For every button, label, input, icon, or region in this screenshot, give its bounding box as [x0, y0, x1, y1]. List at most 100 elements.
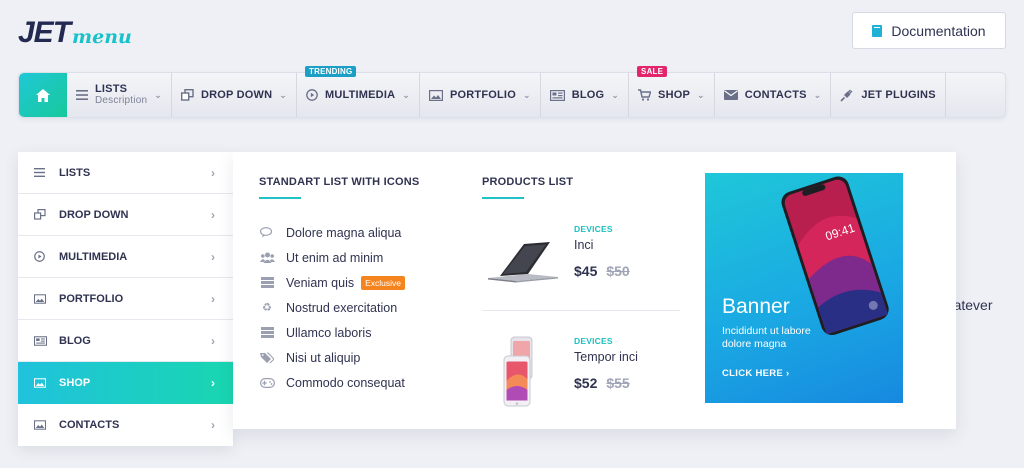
list-item-label: Commodo consequat: [286, 375, 405, 390]
side-item-blog[interactable]: BLOG ›: [18, 320, 233, 362]
side-item-portfolio[interactable]: PORTFOLIO ›: [18, 278, 233, 320]
list-item[interactable]: Dolore magna aliqua: [259, 220, 405, 245]
tags-icon: [259, 352, 275, 364]
chevron-right-icon: ›: [211, 207, 215, 222]
banner-cta-label: CLICK HERE: [722, 368, 784, 379]
nav-item-jet-plugins[interactable]: JET PLUGINS: [831, 73, 946, 117]
list-item-label: Nostrud exercitation: [286, 300, 398, 315]
chevron-right-icon: ›: [786, 368, 790, 379]
side-item-multimedia[interactable]: MULTIMEDIA ›: [18, 236, 233, 278]
list-icon: [34, 168, 48, 177]
nav-item-lists[interactable]: LISTS Description ⌄: [67, 73, 172, 117]
documentation-button[interactable]: Documentation: [852, 12, 1006, 49]
product-name[interactable]: Inci: [574, 238, 593, 252]
list-item[interactable]: Ullamco laboris: [259, 320, 405, 345]
side-item-lists-label: LISTS: [59, 166, 91, 179]
server-icon: [259, 277, 275, 289]
nav-item-portfolio-label: PORTFOLIO: [449, 89, 516, 101]
envelope-icon: [723, 90, 738, 100]
list-item-label: Ut enim ad minim: [286, 250, 384, 265]
book-icon: [872, 24, 883, 37]
nav-item-contacts-label: CONTACTS: [744, 89, 807, 101]
side-item-portfolio-label: PORTFOLIO: [59, 292, 124, 305]
nav-item-drop-down-label: DROP DOWN: [200, 89, 273, 101]
documentation-button-label: Documentation: [891, 22, 986, 39]
products-title-underline: [482, 197, 524, 199]
product-price: $45 $50: [574, 263, 630, 279]
jetmenu-logo[interactable]: JET menu: [18, 14, 132, 49]
list-item[interactable]: Nisi ut aliquip: [259, 345, 405, 370]
side-item-contacts[interactable]: CONTACTS ›: [18, 404, 233, 446]
comments-icon: [259, 227, 275, 239]
top-navigation: LISTS Description ⌄ DROP DOWN ⌄ TRENDING…: [18, 66, 1006, 118]
list-icon: [76, 90, 88, 100]
chevron-down-icon: ⌄: [611, 89, 620, 100]
banner-subtitle: Incididunt ut labore dolore magna: [722, 325, 811, 350]
chevron-down-icon: ⌄: [279, 89, 287, 100]
nav-item-multimedia[interactable]: TRENDING MULTIMEDIA ⌄: [297, 66, 420, 117]
product-card[interactable]: DEVICES Tempor inci $52 $55: [482, 334, 680, 414]
side-item-drop-down-label: DROP DOWN: [59, 208, 129, 221]
list-item-label: Dolore magna aliqua: [286, 225, 402, 240]
products-divider: [482, 310, 680, 311]
product-name[interactable]: Tempor inci: [574, 350, 638, 364]
nav-item-jet-plugins-label: JET PLUGINS: [861, 89, 936, 101]
chevron-down-icon: ⌄: [697, 89, 705, 100]
side-item-shop-label: SHOP: [59, 376, 91, 389]
list-item[interactable]: Ut enim ad minim: [259, 245, 405, 270]
product-current-price: $45: [574, 263, 598, 279]
product-old-price: $50: [606, 263, 630, 279]
nav-item-shop[interactable]: SALE SHOP ⌄: [629, 66, 715, 117]
nav-item-multimedia-label: MULTIMEDIA: [325, 89, 396, 101]
newspaper-icon: [34, 335, 48, 346]
nav-item-drop-down[interactable]: DROP DOWN ⌄: [172, 73, 297, 117]
server-icon: [259, 327, 275, 339]
list-item-label: Veniam quis: [286, 275, 355, 290]
users-icon: [259, 252, 275, 264]
chevron-right-icon: ›: [211, 291, 215, 306]
play-circle-icon: [306, 89, 318, 101]
image-icon: [428, 89, 443, 101]
chevron-right-icon: ›: [211, 333, 215, 348]
newspaper-icon: [549, 89, 565, 101]
product-price: $52 $55: [574, 375, 630, 391]
list-item[interactable]: ♻ Nostrud exercitation: [259, 295, 405, 320]
side-item-shop[interactable]: SHOP ›: [18, 362, 233, 404]
product-category: DEVICES: [574, 224, 613, 234]
home-button[interactable]: [19, 73, 67, 117]
image-icon: [34, 293, 48, 304]
recycle-icon: ♻: [262, 302, 272, 314]
products-column-title: PRODUCTS LIST: [482, 176, 574, 188]
product-category: DEVICES: [574, 336, 613, 346]
side-item-lists[interactable]: LISTS ›: [18, 152, 233, 194]
icon-list: Dolore magna aliqua Ut enim ad minim Ven…: [259, 220, 406, 395]
chevron-down-icon: ⌄: [522, 89, 531, 100]
trending-badge: TRENDING: [305, 66, 357, 77]
image-icon: [34, 377, 48, 388]
nav-item-shop-label: SHOP: [658, 89, 691, 101]
banner-cta-link[interactable]: CLICK HERE ›: [722, 368, 789, 379]
home-icon: [36, 88, 50, 102]
nav-item-portfolio[interactable]: PORTFOLIO ⌄: [420, 73, 541, 117]
product-current-price: $52: [574, 375, 598, 391]
chevron-down-icon: ⌄: [402, 89, 410, 100]
list-item[interactable]: Veniam quis Exclusive: [259, 270, 406, 295]
nav-item-blog-label: BLOG: [571, 89, 605, 101]
clone-icon: [180, 89, 194, 101]
promo-banner[interactable]: 09:41 Banner Incididunt ut labore dolore…: [705, 173, 903, 403]
sale-badge: SALE: [637, 66, 668, 77]
nav-item-contacts[interactable]: CONTACTS ⌄: [715, 73, 832, 117]
list-item-label: Nisi ut aliquip: [286, 350, 361, 365]
exclusive-tag: Exclusive: [361, 275, 406, 290]
play-circle-icon: [34, 251, 48, 262]
list-item[interactable]: Commodo consequat: [259, 370, 405, 395]
nav-item-blog[interactable]: BLOG ⌄: [541, 73, 630, 117]
side-item-drop-down[interactable]: DROP DOWN ›: [18, 194, 233, 236]
mega-menu-panel: STANDART LIST WITH ICONS Dolore magna al…: [233, 152, 956, 429]
side-item-contacts-label: CONTACTS: [59, 419, 120, 431]
chevron-right-icon: ›: [211, 418, 215, 432]
product-card[interactable]: DEVICES Inci $45 $50: [482, 222, 680, 302]
phone-image: [482, 334, 562, 414]
product-old-price: $55: [606, 375, 630, 391]
shopping-cart-icon: [638, 89, 652, 101]
